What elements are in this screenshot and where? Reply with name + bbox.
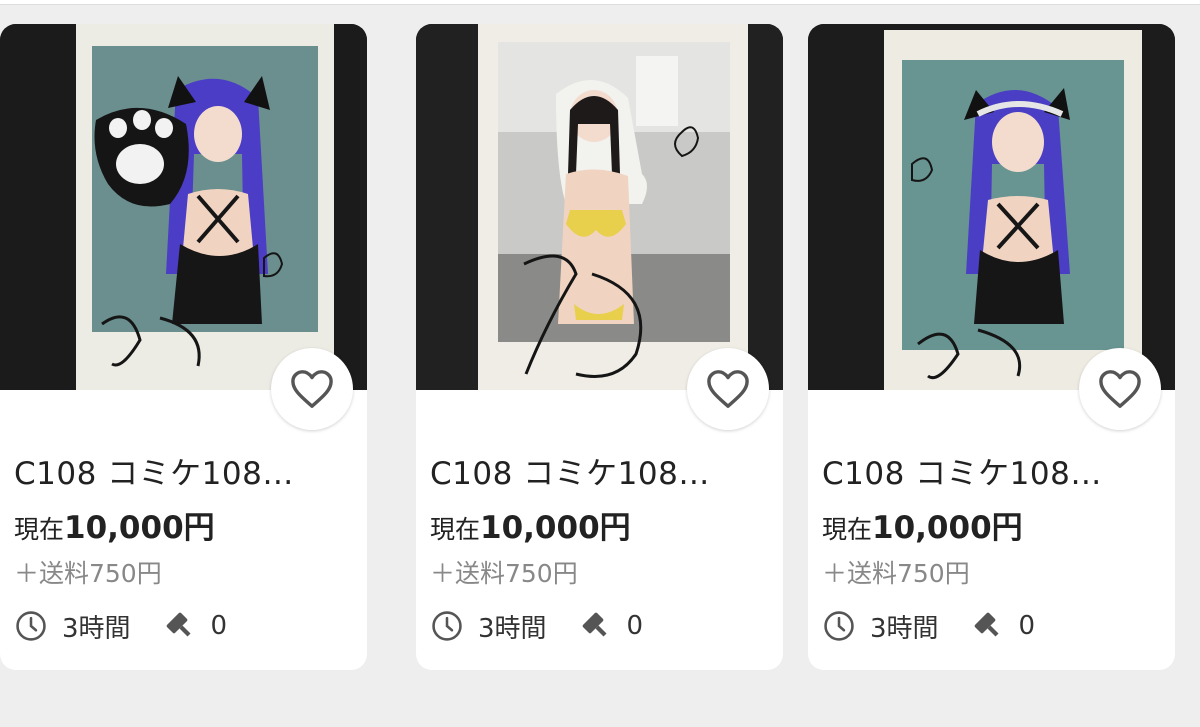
listing-thumbnail[interactable]: [0, 24, 367, 390]
price-value: 10,000円: [872, 510, 1023, 546]
current-price: 現在10,000円: [14, 502, 215, 547]
bid-count: 0: [210, 611, 228, 641]
favorite-button[interactable]: [1079, 348, 1161, 430]
favorite-button[interactable]: [687, 348, 769, 430]
clock-icon: [430, 609, 464, 643]
listing-meta: 3時間 0: [822, 608, 1035, 644]
price-label: 現在: [14, 515, 65, 544]
bid-count: 0: [1018, 611, 1036, 641]
gavel-icon: [163, 609, 197, 643]
price-value: 10,000円: [64, 510, 215, 546]
listing-thumbnail[interactable]: [416, 24, 783, 390]
current-price: 現在10,000円: [430, 502, 631, 547]
clock-icon: [822, 609, 856, 643]
shipping-fee: ＋送料750円: [14, 559, 162, 588]
listing-title[interactable]: C108 コミケ108…: [14, 448, 354, 493]
time-remaining: 3時間: [62, 613, 131, 644]
listing-thumbnail[interactable]: [808, 24, 1175, 390]
listing-card[interactable]: C108 コミケ108… 現在10,000円 ＋送料750円 3時間 0: [0, 24, 367, 670]
current-price: 現在10,000円: [822, 502, 1023, 547]
price-value: 10,000円: [480, 510, 631, 546]
time-remaining: 3時間: [478, 613, 547, 644]
shipping-fee: ＋送料750円: [430, 559, 578, 588]
clock-icon: [14, 609, 48, 643]
shipping-fee: ＋送料750円: [822, 559, 970, 588]
heart-outline-icon: [1099, 370, 1141, 408]
heart-outline-icon: [291, 370, 333, 408]
gavel-icon: [971, 609, 1005, 643]
favorite-button[interactable]: [271, 348, 353, 430]
gavel-icon: [579, 609, 613, 643]
listing-meta: 3時間 0: [14, 608, 227, 644]
time-remaining: 3時間: [870, 613, 939, 644]
listing-card[interactable]: C108 コミケ108… 現在10,000円 ＋送料750円 3時間 0: [416, 24, 783, 670]
listing-card[interactable]: C108 コミケ108… 現在10,000円 ＋送料750円 3時間 0: [808, 24, 1175, 670]
top-divider: [0, 0, 1200, 5]
price-label: 現在: [430, 515, 481, 544]
listing-meta: 3時間 0: [430, 608, 643, 644]
listing-title[interactable]: C108 コミケ108…: [822, 448, 1162, 493]
price-label: 現在: [822, 515, 873, 544]
heart-outline-icon: [707, 370, 749, 408]
bid-count: 0: [626, 611, 644, 641]
listing-title[interactable]: C108 コミケ108…: [430, 448, 770, 493]
